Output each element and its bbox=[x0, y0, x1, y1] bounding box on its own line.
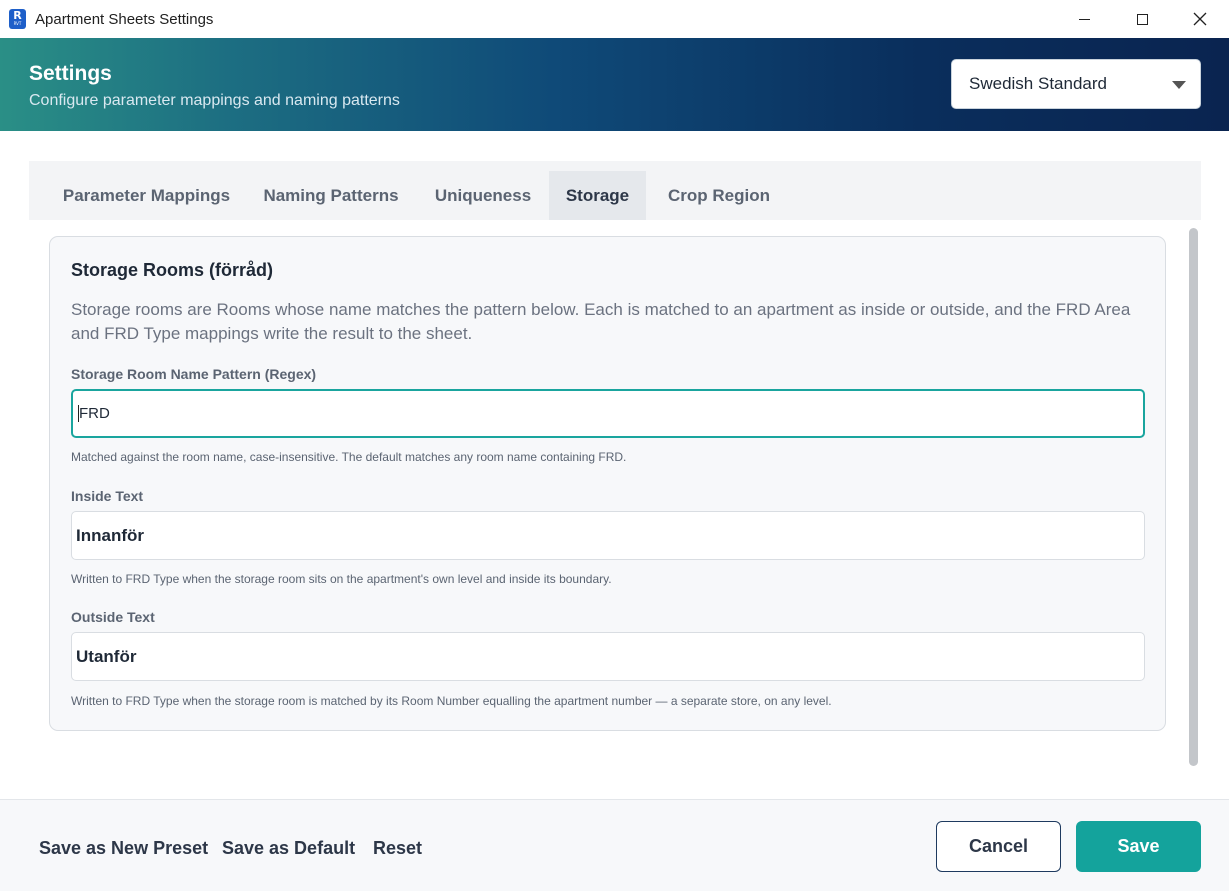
pattern-label: Storage Room Name Pattern (Regex) bbox=[71, 366, 317, 382]
inside-hint: Written to FRD Type when the storage roo… bbox=[71, 572, 612, 586]
revit-app-icon: R RVT bbox=[9, 9, 26, 29]
title-bar: R RVT Apartment Sheets Settings bbox=[0, 0, 1229, 38]
inside-value: Innanför bbox=[76, 525, 144, 545]
settings-header: Settings Configure parameter mappings an… bbox=[0, 38, 1229, 131]
tab-naming-patterns[interactable]: Naming Patterns bbox=[254, 171, 408, 220]
pattern-hint: Matched against the room name, case-inse… bbox=[71, 450, 627, 464]
outside-hint: Written to FRD Type when the storage roo… bbox=[71, 694, 832, 708]
page-title: Settings bbox=[29, 62, 112, 85]
outside-value: Utanför bbox=[76, 646, 137, 666]
pattern-value: FRD bbox=[79, 405, 110, 422]
tab-crop-region[interactable]: Crop Region bbox=[661, 171, 777, 220]
page-subtitle: Configure parameter mappings and naming … bbox=[29, 92, 400, 109]
chevron-down-icon bbox=[1172, 81, 1186, 89]
reset-button[interactable]: Reset bbox=[373, 838, 422, 859]
cancel-button[interactable]: Cancel bbox=[936, 821, 1061, 872]
app-icon-sub: RVT bbox=[13, 21, 22, 26]
app-icon-letter: R bbox=[13, 9, 22, 22]
section-title: Storage Rooms (förråd) bbox=[71, 260, 274, 280]
close-button[interactable] bbox=[1171, 0, 1229, 38]
minimize-button[interactable] bbox=[1055, 0, 1113, 38]
inside-text-input[interactable]: Innanför bbox=[71, 511, 1145, 560]
footer-bar: Save as New Preset Save as Default Reset… bbox=[0, 799, 1229, 891]
tab-uniqueness[interactable]: Uniqueness bbox=[423, 171, 543, 220]
outside-text-input[interactable]: Utanför bbox=[71, 632, 1145, 681]
tab-bar: Parameter Mappings Naming Patterns Uniqu… bbox=[29, 161, 1201, 220]
outside-label: Outside Text bbox=[71, 609, 155, 625]
preset-dropdown[interactable]: Swedish Standard bbox=[951, 59, 1201, 109]
tab-storage[interactable]: Storage bbox=[549, 171, 646, 220]
maximize-icon bbox=[1136, 13, 1148, 25]
pattern-input[interactable]: FRD bbox=[71, 389, 1145, 438]
close-icon bbox=[1193, 12, 1207, 26]
window-title: Apartment Sheets Settings bbox=[35, 11, 214, 28]
save-new-preset-button[interactable]: Save as New Preset bbox=[39, 838, 208, 859]
inside-label: Inside Text bbox=[71, 488, 144, 504]
minimize-icon bbox=[1078, 18, 1090, 20]
content-scrollbar[interactable] bbox=[1189, 228, 1198, 766]
section-description: Storage rooms are Rooms whose name match… bbox=[71, 300, 1131, 343]
maximize-button[interactable] bbox=[1113, 0, 1171, 38]
save-default-button[interactable]: Save as Default bbox=[222, 838, 355, 859]
preset-selected-value: Swedish Standard bbox=[969, 74, 1107, 93]
storage-rooms-card: Storage Rooms (förråd) Storage rooms are… bbox=[49, 236, 1166, 731]
save-button[interactable]: Save bbox=[1076, 821, 1201, 872]
tab-parameter-mappings[interactable]: Parameter Mappings bbox=[39, 171, 254, 220]
